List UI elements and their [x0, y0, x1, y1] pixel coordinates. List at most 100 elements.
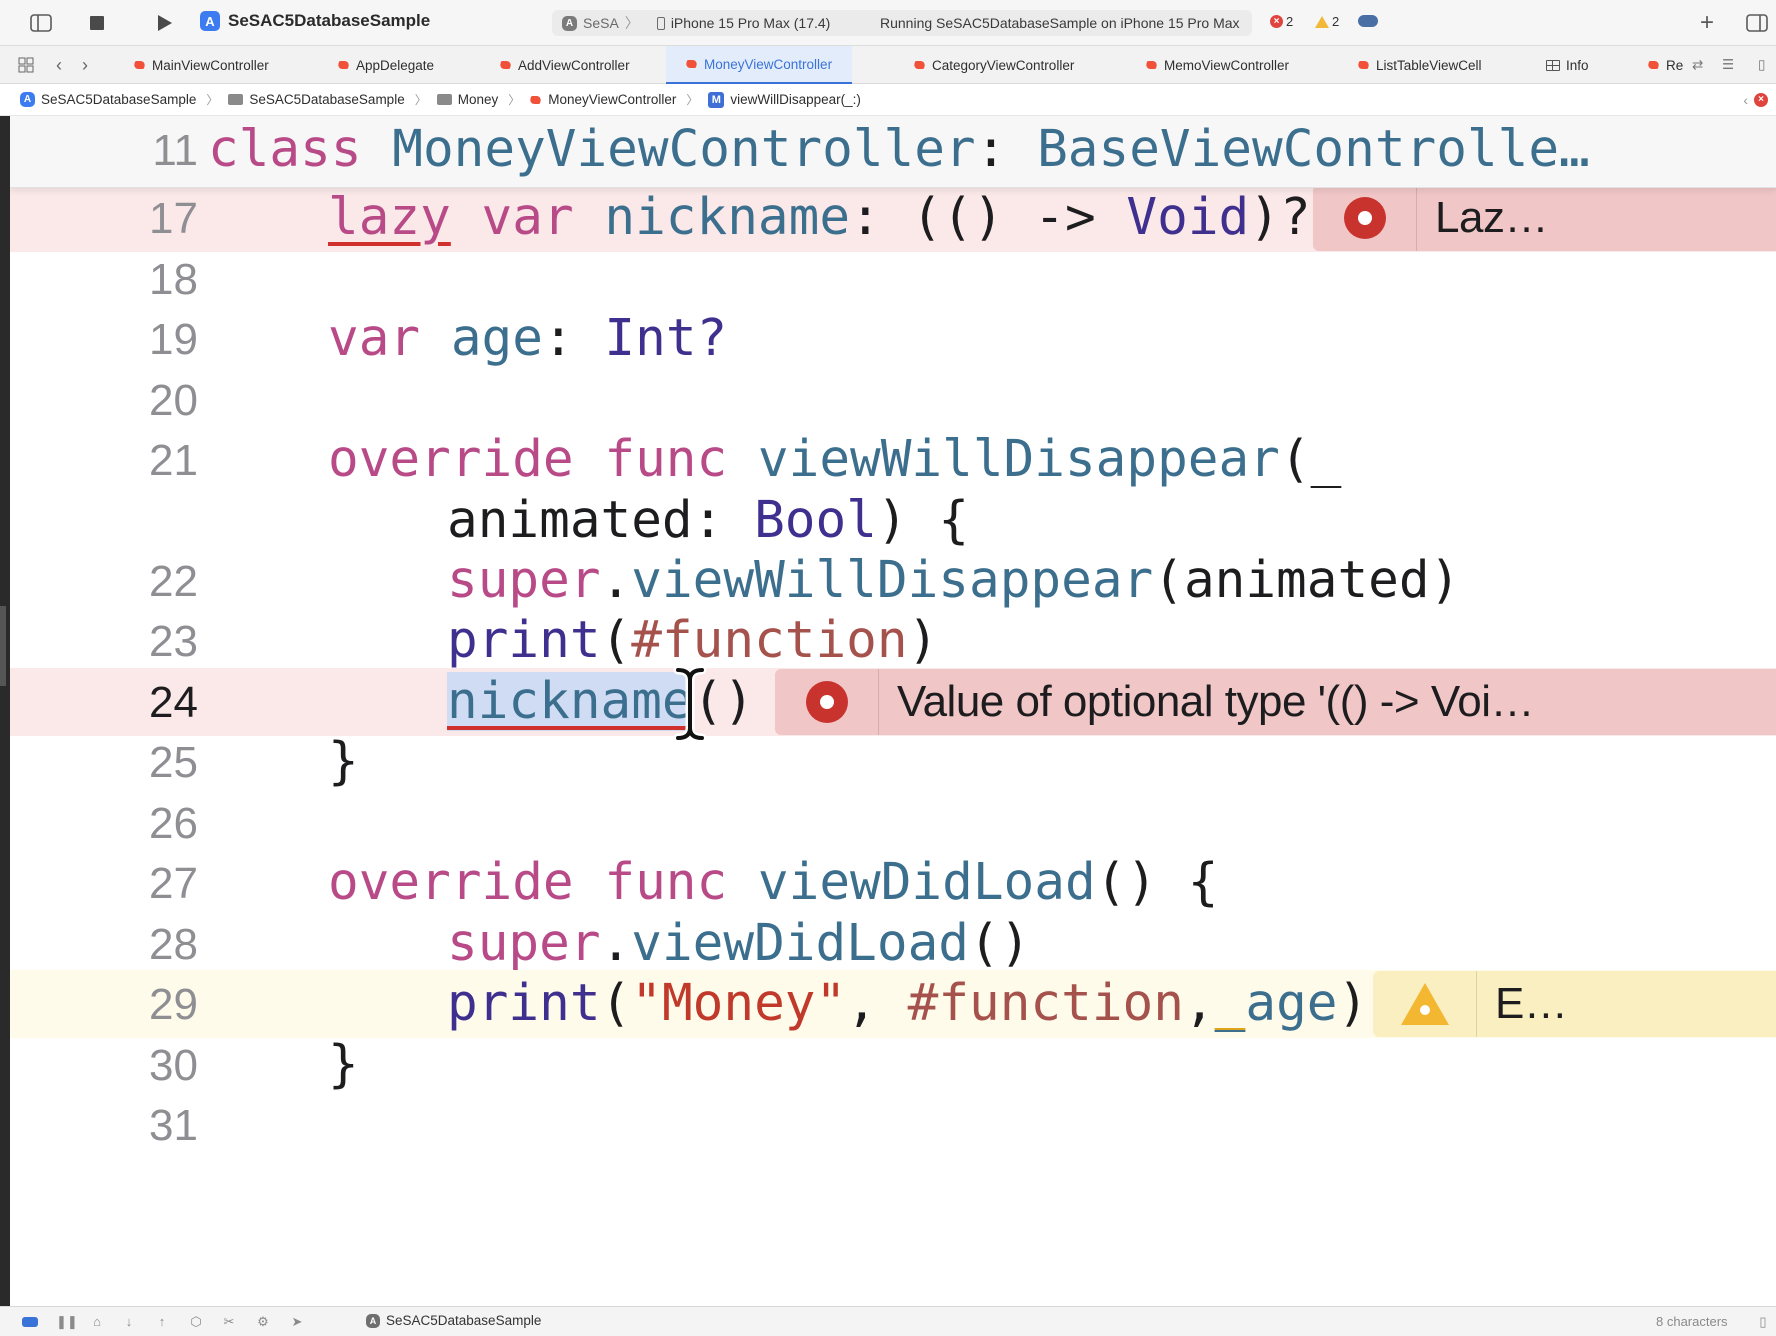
scheme-title[interactable]: A SeSAC5DatabaseSample — [200, 11, 430, 31]
code-line-30[interactable]: 30 } — [10, 1031, 1776, 1099]
error-banner-optional[interactable]: Value of optional type '(() -> Voi… — [775, 669, 1776, 735]
identifier: nickname — [604, 188, 851, 247]
device-selector[interactable]: iPhone 15 Pro Max (17.4) — [656, 15, 830, 31]
selected-identifier[interactable]: nickname — [447, 672, 693, 731]
punctuation: ) — [1337, 974, 1369, 1033]
swift-file-icon — [1146, 59, 1158, 71]
scheme-selector[interactable]: A SeSA 〉 — [562, 13, 639, 33]
debug-bar: ❚❚ ⌂ ↓ ↑ ⬡ ✂ ⚙ ➤ A SeSAC5DatabaseSample … — [0, 1306, 1776, 1336]
stop-icon[interactable] — [86, 12, 108, 34]
breadcrumb-folder[interactable]: Money — [436, 92, 499, 107]
code-line-23[interactable]: 23 print(#function) — [10, 607, 1776, 675]
tab-main-view-controller[interactable]: MainViewController — [134, 46, 269, 84]
code-line-28[interactable]: 28 super.viewDidLoad() — [10, 910, 1776, 978]
step-over-icon[interactable]: ⌂ — [90, 1315, 104, 1329]
code-line-26[interactable]: 26 — [10, 789, 1776, 857]
activity-view[interactable]: A SeSA 〉 iPhone 15 Pro Max (17.4) Runnin… — [552, 10, 1252, 36]
swap-icon[interactable]: ⇄ — [1692, 46, 1703, 84]
chevron-left-icon[interactable]: ‹ — [1743, 92, 1748, 108]
breadcrumb-label: SeSAC5DatabaseSample — [249, 92, 405, 107]
keyword: var — [481, 188, 574, 247]
warning-icon-cell — [1373, 971, 1477, 1037]
swift-file-icon — [1358, 59, 1370, 71]
forward-icon[interactable]: › — [82, 46, 88, 84]
chevron-right-icon: 〉 — [508, 93, 521, 107]
breadcrumb-group[interactable]: SeSAC5DatabaseSample — [228, 92, 405, 107]
code-line-22[interactable]: 22 super.viewWillDisappear(animated) — [10, 547, 1776, 615]
code-line-25[interactable]: 25 } — [10, 728, 1776, 796]
step-out-icon[interactable]: ↑ — [155, 1315, 169, 1329]
split-view-icon[interactable]: ▯ — [1756, 1315, 1770, 1329]
tab-category-view-controller[interactable]: CategoryViewController — [914, 46, 1074, 84]
breadcrumb-method[interactable]: MviewWillDisappear(_:) — [708, 91, 861, 108]
code-line-27[interactable]: 27 override func viewDidLoad() { — [10, 849, 1776, 917]
code-line-18[interactable]: 18 — [10, 245, 1776, 313]
tab-memo-view-controller[interactable]: MemoViewController — [1146, 46, 1289, 84]
tab-app-delegate[interactable]: AppDelegate — [338, 46, 434, 84]
string-literal: "Money" — [631, 974, 847, 1033]
memory-graph-icon[interactable]: ✂ — [222, 1315, 236, 1329]
method-call: viewDidLoad — [631, 914, 970, 973]
warning-count-badge[interactable]: 2 — [1315, 14, 1339, 29]
function-call: print — [447, 974, 601, 1033]
type-punctuation: (() -> — [911, 188, 1127, 247]
code-line-21-continued[interactable]: animated: Bool) { — [10, 487, 1776, 555]
step-into-icon[interactable]: ↓ — [122, 1315, 136, 1329]
tab-list-table-view-cell[interactable]: ListTableViewCell — [1358, 46, 1482, 84]
code-line-21[interactable]: 21 override func viewWillDisappear(_ — [10, 426, 1776, 494]
add-editor-icon[interactable]: ▯ — [1758, 46, 1765, 84]
error-count-badge[interactable]: × 2 — [1270, 14, 1293, 29]
sticky-scope-header[interactable]: 11 class MoneyViewController: BaseViewCo… — [10, 116, 1776, 188]
punctuation: } — [328, 732, 359, 791]
warning-banner[interactable]: E… — [1373, 971, 1776, 1037]
breadcrumb-project[interactable]: A SeSAC5DatabaseSample — [20, 92, 196, 107]
function-name: viewDidLoad — [757, 853, 1096, 912]
debug-target[interactable]: A SeSAC5DatabaseSample — [366, 1313, 541, 1328]
scheme-selector-label: SeSA — [583, 15, 619, 31]
location-icon[interactable]: ➤ — [290, 1315, 304, 1329]
window-left-edge — [0, 116, 10, 1306]
inspector-toggle-icon[interactable] — [1746, 12, 1768, 34]
view-hierarchy-icon[interactable]: ⬡ — [189, 1315, 203, 1329]
run-icon[interactable] — [154, 12, 176, 34]
line-number: 11 — [152, 126, 198, 175]
line-number: 27 — [149, 859, 198, 908]
line-number: 24 — [149, 678, 198, 727]
keyword: super — [447, 914, 601, 973]
warning-count: 2 — [1332, 14, 1340, 29]
issue-navigator-controls: ‹ × — [1743, 92, 1768, 108]
code-line-19[interactable]: 19 var age: Int? — [10, 305, 1776, 373]
swift-file-icon — [1648, 59, 1660, 71]
tab-label: AddViewController — [518, 57, 630, 73]
keyword: override — [328, 853, 574, 912]
error-banner-lazy[interactable]: Laz… — [1313, 185, 1776, 251]
type-name: Void — [1126, 188, 1250, 247]
tab-info[interactable]: Info — [1546, 46, 1589, 84]
punctuation: () — [969, 914, 1031, 973]
back-icon[interactable]: ‹ — [56, 46, 62, 84]
breadcrumb-label: Money — [457, 92, 499, 107]
add-icon[interactable]: + — [1696, 9, 1718, 36]
method-icon: M — [708, 91, 725, 108]
pause-icon[interactable]: ❚❚ — [56, 1315, 78, 1329]
tab-money-view-controller[interactable]: MoneyViewController — [666, 46, 853, 84]
punctuation: ( — [600, 611, 632, 670]
console-toggle-icon[interactable] — [22, 1317, 38, 1327]
sidebar-toggle-icon[interactable] — [30, 12, 52, 34]
source-editor[interactable]: 11 class MoneyViewController: BaseViewCo… — [10, 116, 1776, 1306]
function-call: print — [447, 611, 601, 670]
tab-re[interactable]: Re — [1648, 46, 1683, 84]
grid-icon[interactable] — [18, 46, 34, 84]
error-icon[interactable]: × — [1754, 93, 1768, 107]
environment-overrides-icon[interactable]: ⚙ — [256, 1315, 270, 1329]
tab-label: MainViewController — [152, 57, 269, 73]
editor-options-icon[interactable]: ☰ — [1722, 46, 1734, 84]
breadcrumb-label: viewWillDisappear(_:) — [730, 92, 861, 107]
punctuation: . — [600, 551, 632, 610]
code-line-20[interactable]: 20 — [10, 366, 1776, 434]
code-line-31[interactable]: 31 — [10, 1091, 1776, 1159]
chevron-right-icon: 〉 — [624, 15, 639, 31]
tab-add-view-controller[interactable]: AddViewController — [500, 46, 630, 84]
type-name: Bool — [754, 491, 877, 550]
breadcrumb-file[interactable]: MoneyViewController — [530, 92, 676, 107]
